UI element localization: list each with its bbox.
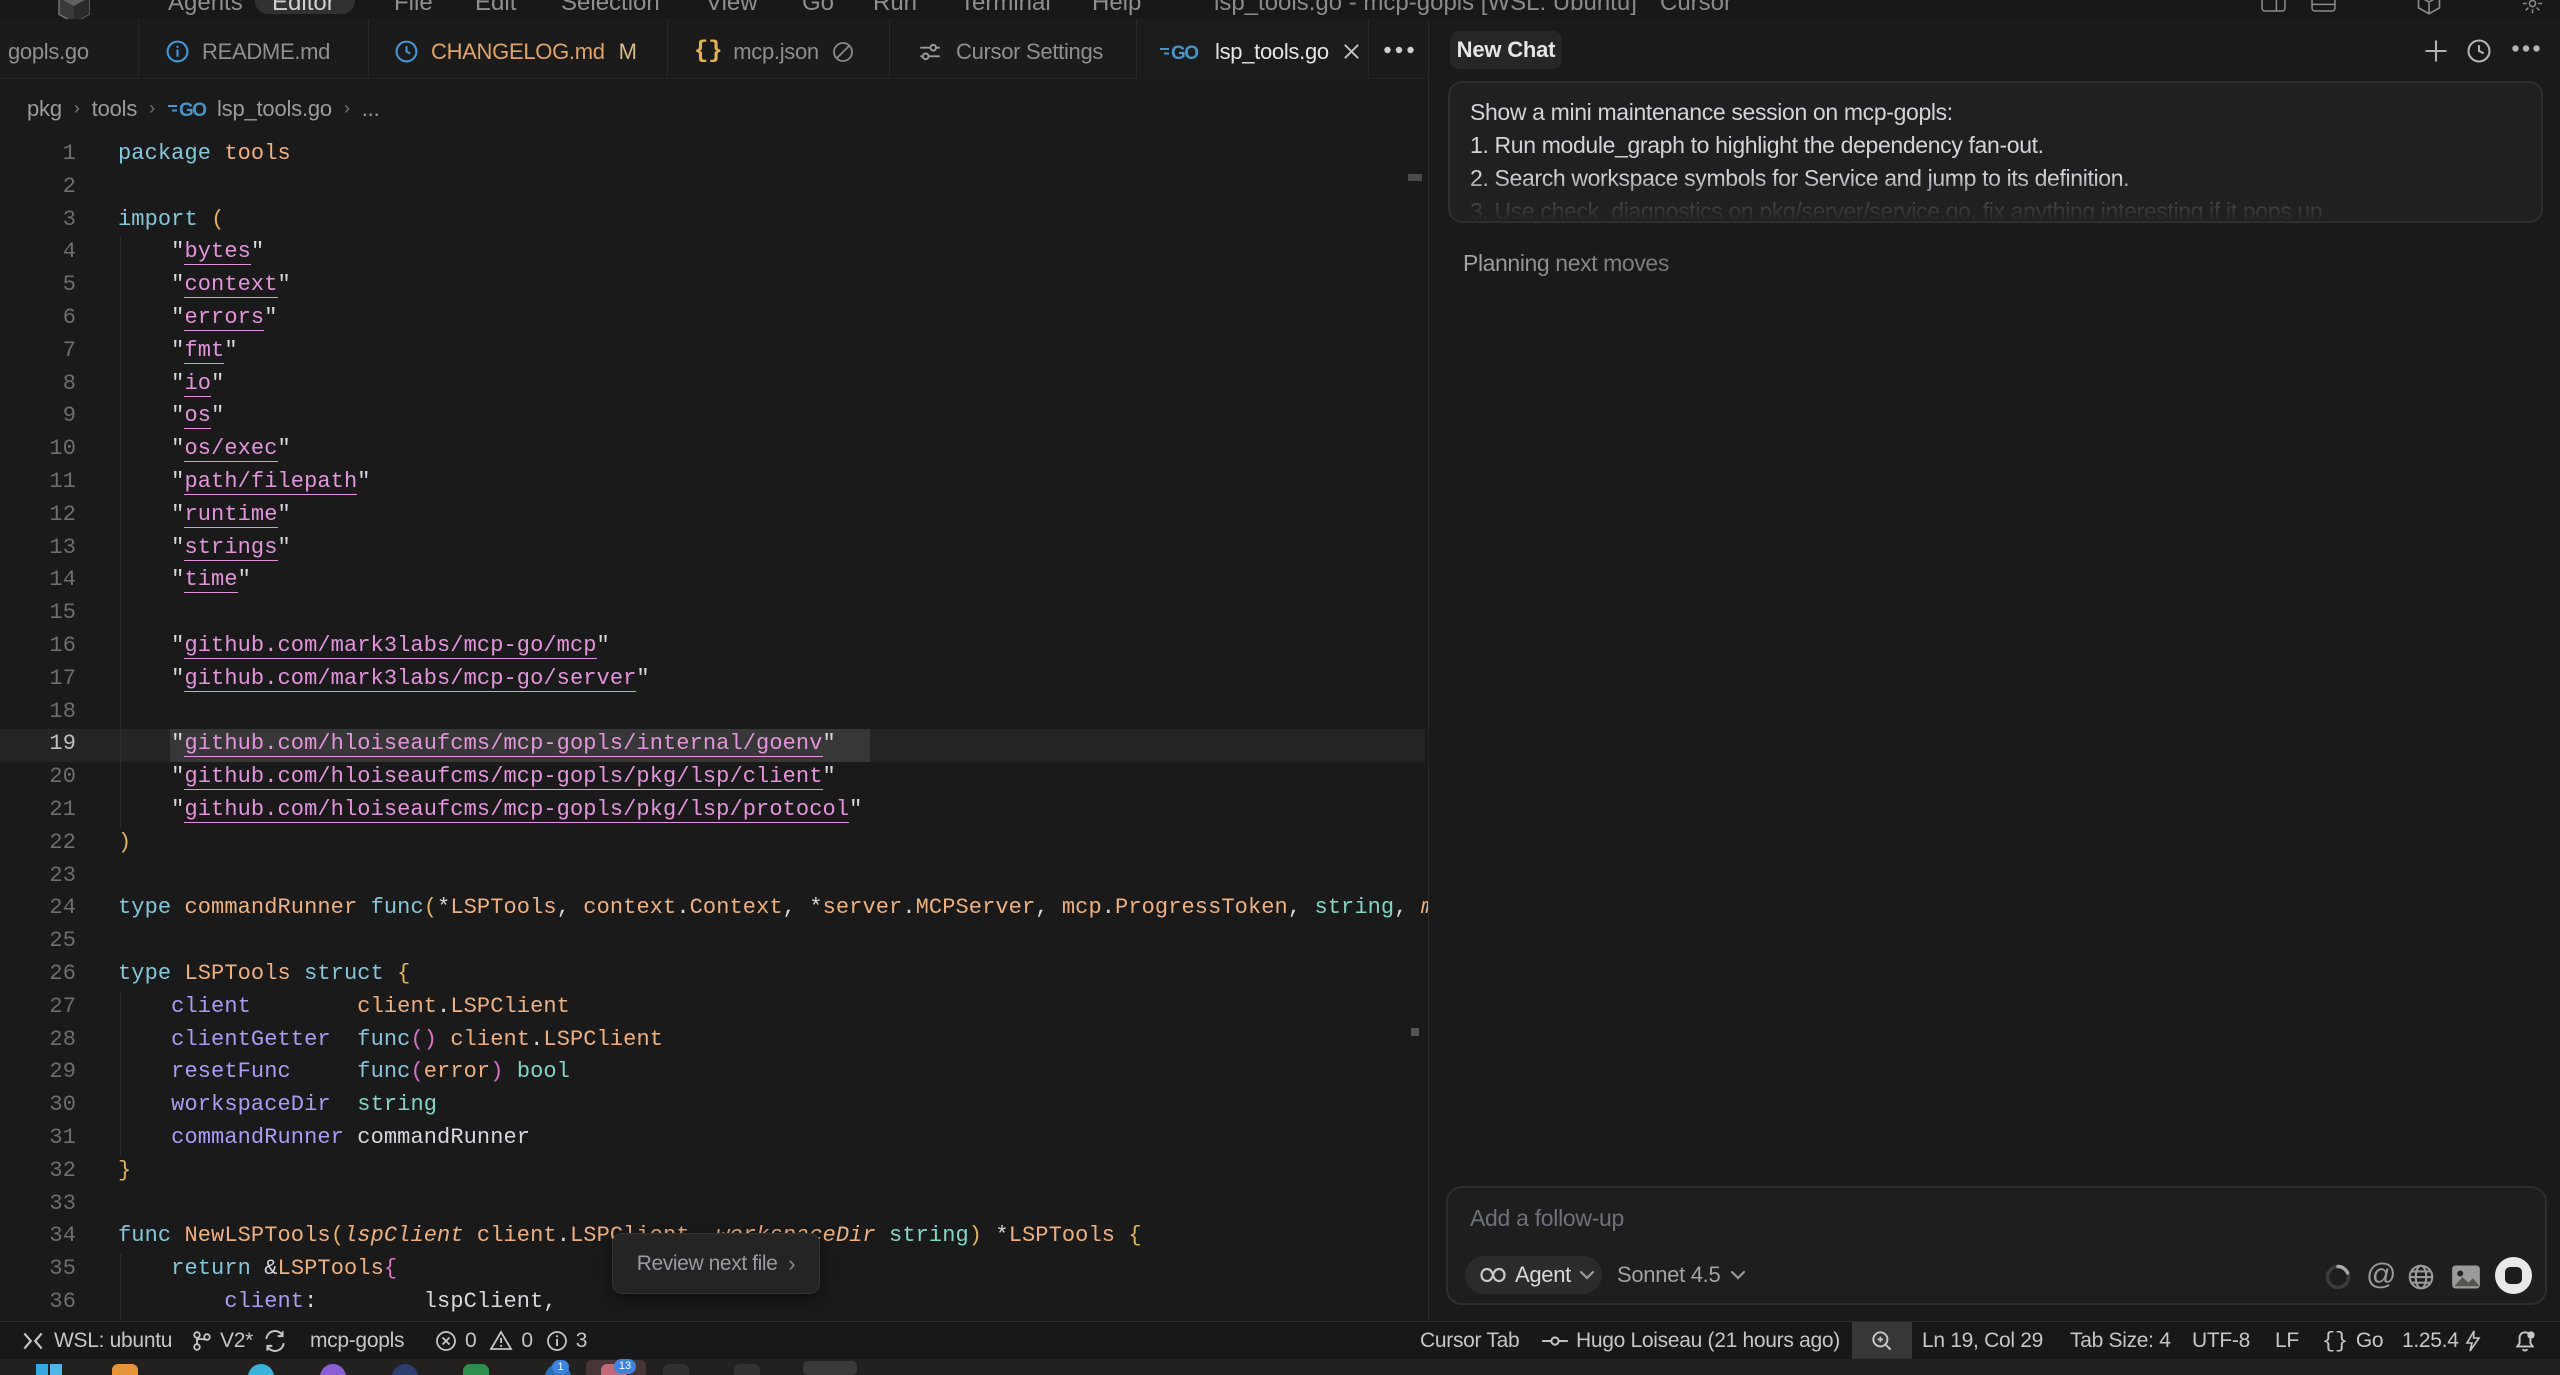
svg-text:GO: GO [1171, 43, 1198, 64]
svg-text:GO: GO [179, 100, 206, 121]
